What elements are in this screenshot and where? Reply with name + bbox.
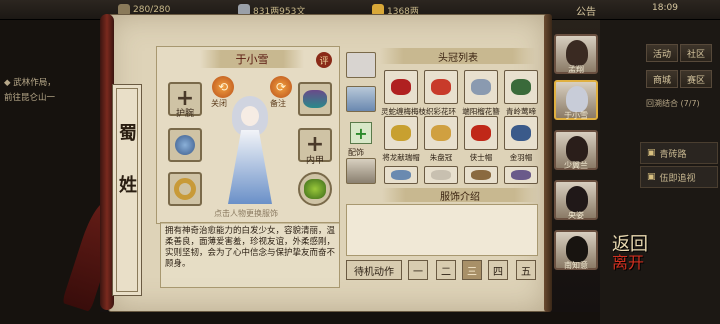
avatar [566, 236, 588, 262]
hat-icon [511, 79, 531, 95]
headwear-item[interactable] [464, 70, 498, 104]
headwear-slot[interactable] [298, 82, 332, 116]
outfit-intro-title: 服饰介绍 [382, 188, 538, 203]
change-outfit-hint: 点击人物更换服饰 [214, 209, 278, 218]
accessory-thumb-1[interactable] [346, 52, 376, 78]
headwear-item[interactable] [504, 70, 538, 104]
portrait-label: 央姿 [568, 211, 584, 220]
character-figure[interactable] [222, 94, 278, 206]
idle-action-2-button[interactable]: 二 [436, 260, 456, 280]
scroll-edge [544, 14, 552, 312]
character-description: 拥有神奇治愈能力的白发少女，容貌清丽，温柔善良，面薄爱害羞，珍视友谊，外柔感刚，… [160, 222, 340, 288]
banner-char-1: 蜀 [119, 123, 137, 144]
hat-icon [431, 125, 451, 141]
headwear-item[interactable] [384, 116, 418, 150]
hat-icon [391, 170, 411, 180]
notice-button[interactable]: 公告 [576, 3, 596, 18]
ring-icon [174, 178, 196, 200]
headwear-item[interactable] [504, 116, 538, 150]
accessory-label: 配饰 [348, 148, 364, 157]
rate-button[interactable]: 评 [316, 52, 332, 68]
character-name: 于小雪 [200, 50, 304, 68]
headwear-item-label: 朱盘冠 [429, 153, 453, 162]
headwear-icon [303, 90, 327, 108]
hat-icon [511, 125, 531, 141]
community-button[interactable]: 社区 [680, 44, 712, 62]
charm-icon [304, 179, 326, 199]
portrait-label: 少翼兰 [564, 161, 588, 170]
idle-action-3-button[interactable]: 三 [462, 260, 482, 280]
hat-icon [391, 125, 411, 141]
leave-label: 离开 [612, 253, 645, 272]
headwear-item[interactable] [464, 116, 498, 150]
headwear-item[interactable] [384, 70, 418, 104]
headwear-item-label: 灵蛇缠梅梅枝 [381, 107, 426, 116]
headwear-item[interactable] [504, 166, 538, 184]
headwear-item[interactable] [384, 166, 418, 184]
headwear-item[interactable] [424, 166, 458, 184]
link-tracking[interactable]: ▣ 伍即追视 [640, 166, 718, 188]
hat-icon [471, 170, 491, 180]
back-label: 返回 [612, 234, 648, 255]
hat-icon [431, 170, 451, 180]
idle-action-1-button[interactable]: 一 [408, 260, 428, 280]
headwear-list-title: 头冠列表 [380, 48, 536, 64]
idle-action-button[interactable]: 待机动作 [346, 260, 402, 280]
hat-icon [471, 79, 491, 95]
activity-button[interactable]: 活动 [646, 44, 678, 62]
headwear-item-label: 侠士帽 [469, 153, 493, 162]
portrait-label: 于小雪 [564, 111, 588, 120]
shop-button[interactable]: 商城 [646, 70, 678, 88]
banner-char-2: 姓 [119, 175, 137, 196]
headwear-item[interactable] [424, 116, 458, 150]
headwear-item-label: 端阳榴花簪 [462, 107, 500, 116]
charm-slot[interactable] [298, 172, 332, 206]
necklace-icon [175, 135, 195, 155]
scroll-icon: ▣ [647, 172, 656, 182]
headwear-item-label: 将龙献瑞帽 [382, 153, 420, 162]
quest-tracker[interactable]: ◆ 武林作局， 前往昆仑山一 [4, 76, 96, 106]
wrist-slot-label: 护腕 [175, 109, 194, 119]
headwear-item[interactable] [424, 70, 458, 104]
accessory-thumb-3[interactable] [346, 158, 376, 184]
link-green-road[interactable]: ▣ 青砖路 [640, 142, 718, 164]
headwear-item-label: 金羽帽 [509, 153, 533, 162]
necklace-slot[interactable] [168, 128, 202, 162]
hat-icon [391, 79, 411, 95]
avatar [566, 86, 588, 112]
idle-action-5-button[interactable]: 五 [516, 260, 536, 280]
headwear-item[interactable] [464, 166, 498, 184]
idle-action-4-button[interactable]: 四 [488, 260, 508, 280]
hat-icon [431, 79, 451, 95]
armor-slot-label: 内甲 [305, 156, 324, 166]
bookmark-icon: ▣ [647, 148, 656, 158]
portrait-label: 孟翔 [568, 65, 584, 74]
headwear-item-label: 青岭莺啼 [506, 107, 536, 116]
mail-button[interactable]: 赛区 [680, 70, 712, 88]
back-button[interactable]: 返回 离开 [612, 236, 648, 272]
faction-banner: 蜀 姓 [112, 84, 142, 296]
clock: 18:09 [652, 3, 678, 13]
link-tracking-label: 伍即追视 [659, 173, 696, 184]
avatar [566, 40, 588, 66]
outfit-intro-box [346, 204, 538, 256]
add-accessory-button[interactable]: + [350, 122, 372, 144]
accessory-thumb-2[interactable] [346, 86, 376, 112]
hat-icon [471, 125, 491, 141]
bottom-bar [100, 312, 600, 324]
round-label: 回溯结合 (7/7) [646, 99, 700, 108]
hat-icon [511, 170, 531, 180]
avatar [566, 136, 588, 162]
portrait-label: 南知意 [564, 261, 588, 270]
headwear-item-label: 织彩花环 [426, 107, 456, 116]
avatar [566, 186, 588, 212]
quest-line-2: 前往昆仑山一 [4, 93, 56, 103]
ring-slot[interactable] [168, 172, 202, 206]
quest-line-1: ◆ 武林作局， [4, 78, 56, 88]
link-green-road-label: 青砖路 [659, 149, 687, 160]
